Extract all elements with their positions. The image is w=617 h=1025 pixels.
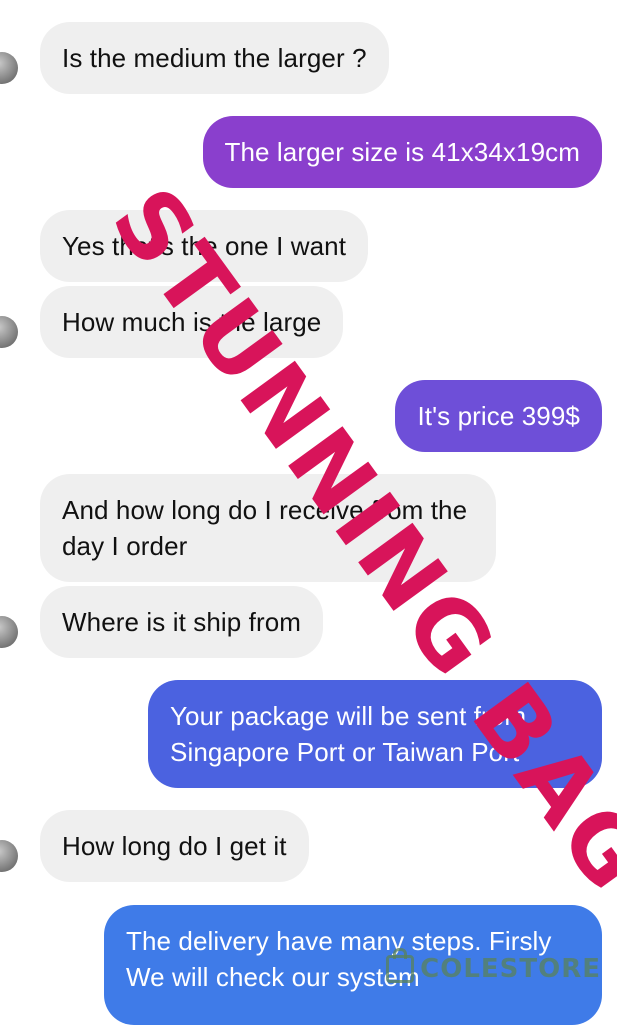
contact-avatar[interactable] (0, 840, 18, 872)
incoming-message[interactable]: Is the medium the larger ? (40, 22, 389, 94)
watermark-text: COLESTORE (420, 954, 601, 984)
incoming-message[interactable]: And how long do I receive from the day I… (40, 474, 496, 582)
incoming-message[interactable]: How much is the large (40, 286, 344, 358)
incoming-message[interactable]: Where is it ship from (40, 586, 324, 658)
contact-avatar[interactable] (0, 616, 18, 648)
outgoing-message[interactable]: It's price 399$ (395, 380, 602, 452)
outgoing-message[interactable]: Your package will be sent from Singapore… (148, 680, 602, 788)
outgoing-message[interactable]: The larger size is 41x34x19cm (202, 116, 602, 188)
chat-thread: Is the medium the larger ? The larger si… (0, 0, 617, 1025)
incoming-message[interactable]: How long do I get it (40, 810, 309, 882)
colestore-watermark: COLESTORE (386, 948, 601, 984)
contact-avatar[interactable] (0, 52, 18, 84)
incoming-message[interactable]: Yes that's the one I want (40, 210, 369, 282)
shopping-bag-icon (386, 948, 415, 983)
contact-avatar[interactable] (0, 316, 18, 348)
